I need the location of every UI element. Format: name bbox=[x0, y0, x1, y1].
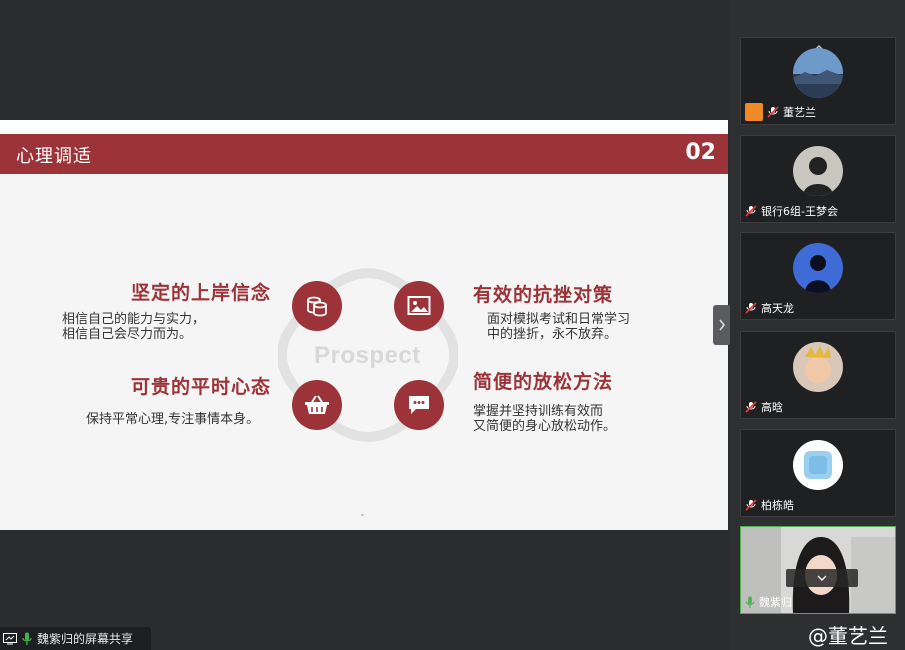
shared-screen-area: 心理调适 02 Prospect 坚定的上岸信念 相信自己的能力与实力， 相信自… bbox=[0, 0, 728, 650]
basket-icon bbox=[292, 380, 342, 430]
item-desc: 掌握并坚持训练有效而 又简便的身心放松动作。 bbox=[473, 404, 617, 434]
participant-tile-active[interactable]: 魏紫归 bbox=[740, 526, 896, 614]
item-title: 有效的抗挫对策 bbox=[473, 284, 614, 306]
participant-label: 高晗 bbox=[745, 399, 783, 415]
center-text: Prospect bbox=[314, 342, 421, 369]
chevron-down-icon bbox=[817, 575, 827, 581]
item-title: 可贵的平时心态 bbox=[131, 376, 272, 398]
participant-name: 董艺兰 bbox=[783, 106, 816, 119]
coins-icon bbox=[292, 281, 342, 331]
mic-muted-icon bbox=[745, 205, 757, 217]
participant-tile[interactable]: 高天龙 bbox=[740, 232, 896, 320]
item-desc: 相信自己的能力与实力， 相信自己会尽力而为。 bbox=[62, 312, 206, 342]
avatar bbox=[793, 440, 843, 490]
screen-share-icon bbox=[3, 632, 17, 644]
participant-label: 董艺兰 bbox=[745, 103, 816, 121]
participant-name: 高晗 bbox=[761, 401, 783, 414]
participant-tile[interactable]: 柏栋皓 bbox=[740, 429, 896, 517]
chat-icon bbox=[394, 380, 444, 430]
participant-label: 柏栋皓 bbox=[745, 497, 794, 513]
item-desc: 面对模拟考试和日常学习 中的挫折，永不放弃。 bbox=[487, 312, 631, 342]
participant-label: 银行6组-王梦会 bbox=[745, 203, 838, 219]
participant-tile[interactable]: 高晗 bbox=[740, 331, 896, 419]
mic-muted-icon bbox=[745, 302, 757, 314]
participant-name: 柏栋皓 bbox=[761, 499, 794, 512]
watermark: @董艺兰 bbox=[808, 624, 888, 648]
chevron-right-icon bbox=[719, 319, 726, 331]
screen-share-indicator[interactable]: 魏紫归的屏幕共享 bbox=[0, 627, 151, 650]
mic-on-icon bbox=[745, 595, 755, 608]
item-title: 坚定的上岸信念 bbox=[131, 282, 272, 304]
slide-number: 02 bbox=[685, 140, 716, 165]
slide-top-strip bbox=[0, 120, 728, 134]
presentation-slide: 心理调适 02 Prospect 坚定的上岸信念 相信自己的能力与实力， 相信自… bbox=[0, 120, 728, 530]
image-icon bbox=[394, 281, 444, 331]
item-desc: 保持平常心理,专注事情本身。 bbox=[86, 412, 260, 427]
mic-muted-icon bbox=[745, 401, 757, 413]
avatar bbox=[793, 243, 843, 293]
expand-menu-button[interactable] bbox=[786, 569, 858, 587]
participant-tile[interactable]: 银行6组-王梦会 bbox=[740, 135, 896, 223]
participant-label: 高天龙 bbox=[745, 300, 794, 316]
mic-on-icon bbox=[22, 632, 32, 645]
slide-header-bar: 心理调适 02 bbox=[0, 134, 728, 174]
avatar bbox=[793, 146, 843, 196]
avatar bbox=[793, 48, 843, 98]
mic-muted-icon bbox=[767, 106, 779, 118]
participant-name: 魏紫归 bbox=[759, 596, 792, 609]
host-icon bbox=[745, 103, 763, 121]
mic-muted-icon bbox=[745, 499, 757, 511]
participant-label: 魏紫归 bbox=[745, 594, 792, 610]
participant-tile[interactable]: 董艺兰 bbox=[740, 37, 896, 125]
participant-name: 银行6组-王梦会 bbox=[761, 205, 838, 218]
participant-name: 高天龙 bbox=[761, 302, 794, 315]
item-title: 简便的放松方法 bbox=[473, 371, 614, 393]
avatar bbox=[793, 342, 843, 392]
share-label: 魏紫归的屏幕共享 bbox=[37, 632, 134, 646]
collapse-panel-button[interactable] bbox=[713, 305, 731, 345]
slide-dot bbox=[361, 514, 364, 516]
slide-title: 心理调适 bbox=[16, 146, 92, 167]
